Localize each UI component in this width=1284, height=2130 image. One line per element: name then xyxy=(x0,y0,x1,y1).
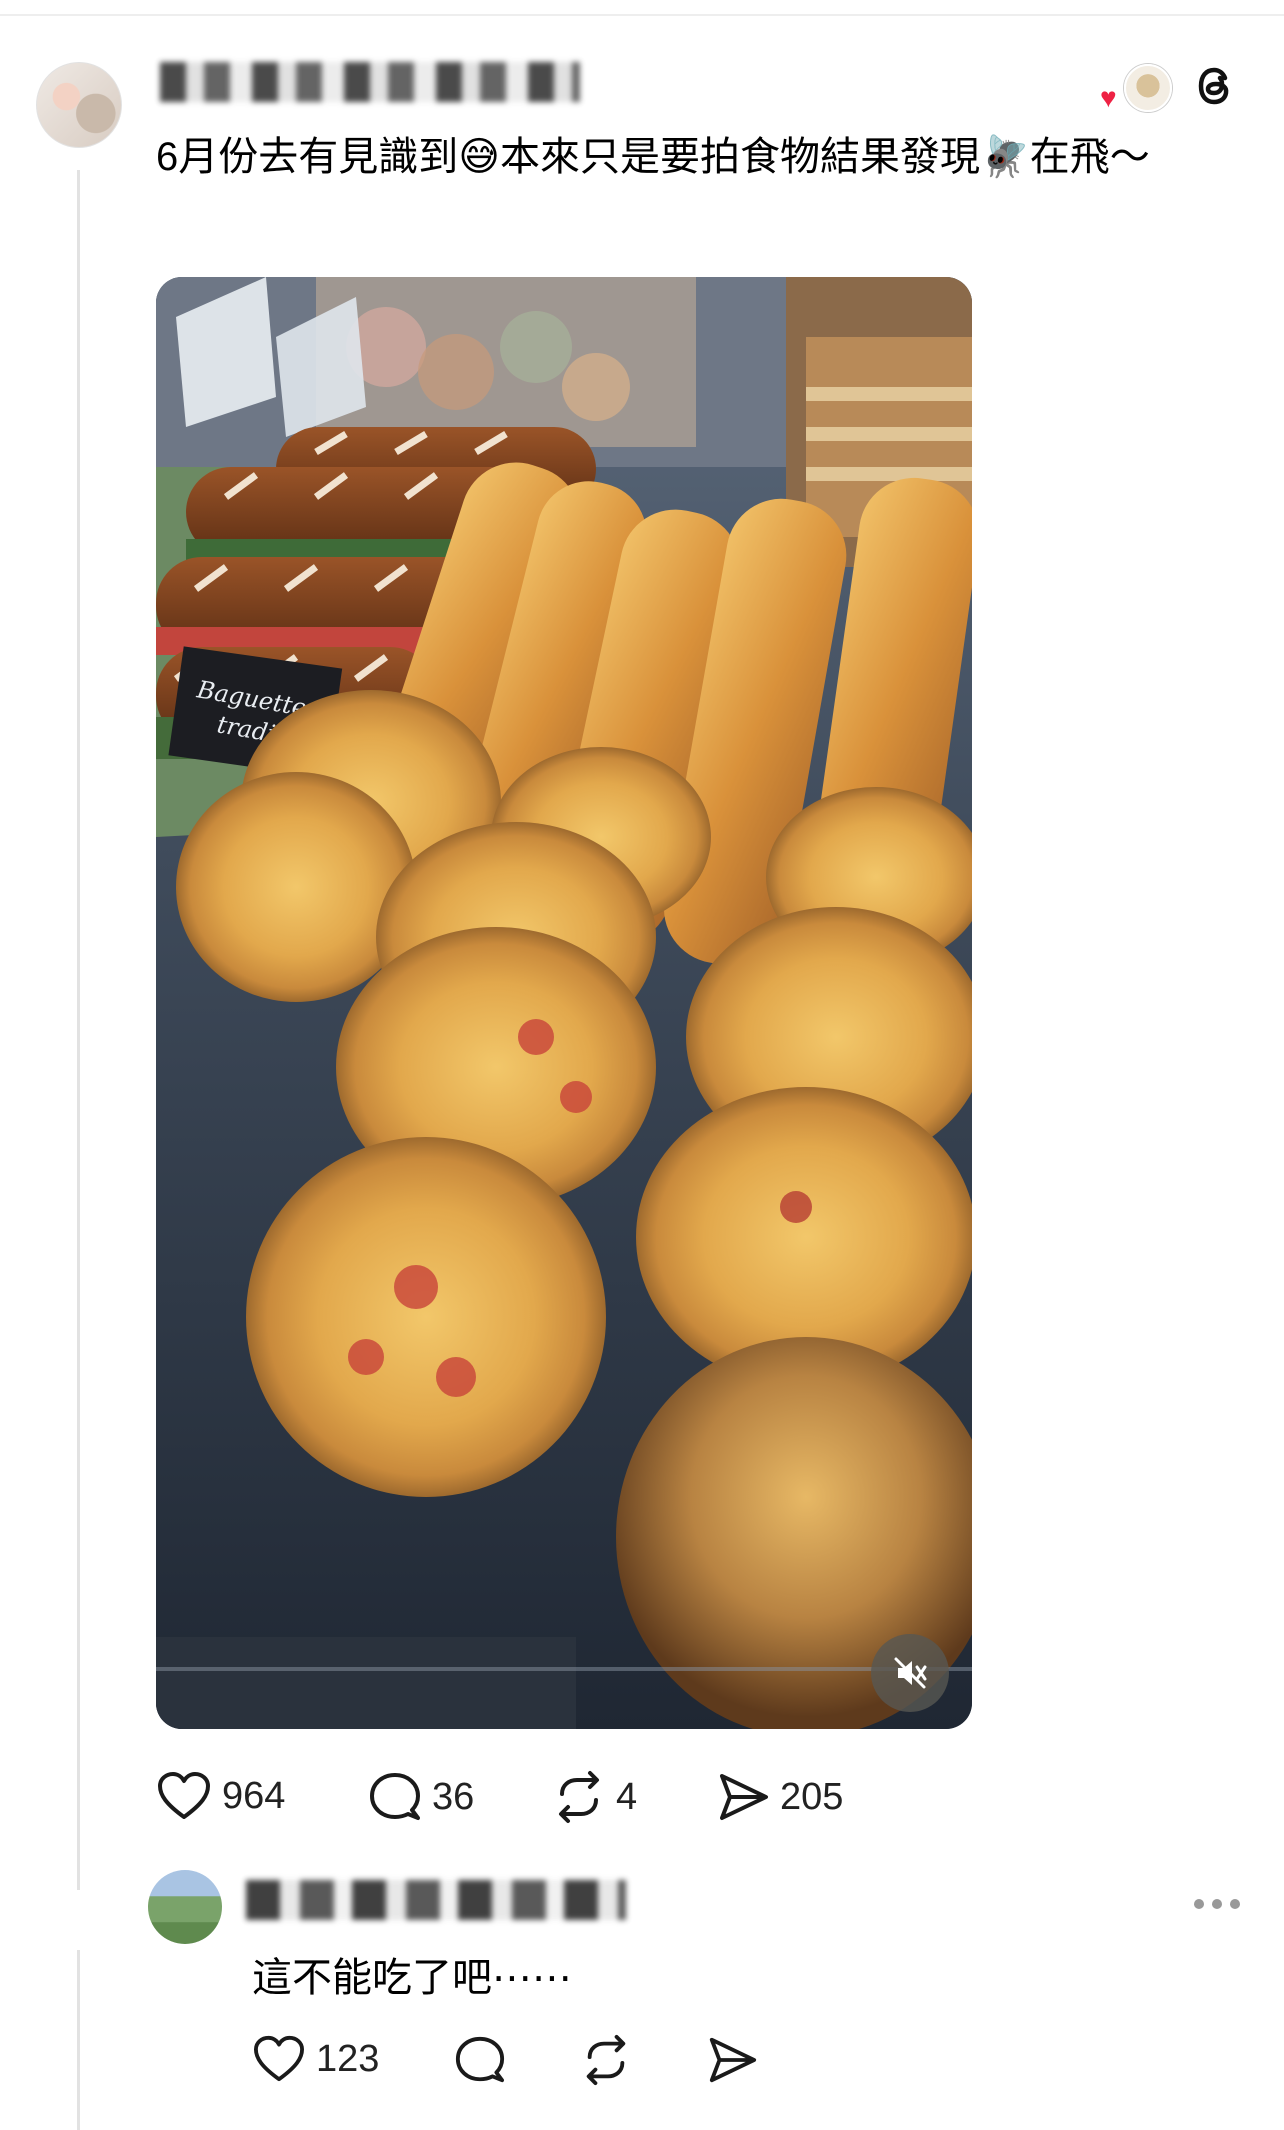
reply-like-button[interactable]: 123 xyxy=(252,2034,379,2084)
post-text: 6月份去有見識到😅本來只是要拍食物結果發現🪰在飛～ xyxy=(156,135,1150,179)
send-icon xyxy=(709,2037,757,2083)
comment-count: 36 xyxy=(432,1775,475,1818)
bakery-display-image: Baguette tradi xyxy=(156,277,972,1729)
comment-bubble-icon xyxy=(370,1773,420,1820)
threads-logo-icon[interactable] xyxy=(1190,60,1242,112)
reply-like-count: 123 xyxy=(316,2037,380,2080)
reactor-avatar xyxy=(1124,64,1172,112)
like-count: 964 xyxy=(222,1774,286,1817)
heart-outline-icon xyxy=(253,2035,304,2082)
speaker-muted-icon xyxy=(894,1657,927,1689)
heart-outline-icon xyxy=(158,1772,210,1819)
repost-count: 4 xyxy=(616,1775,638,1818)
dot-icon xyxy=(1194,1899,1204,1909)
reactors-badge[interactable]: ♥ xyxy=(1098,62,1172,113)
post-video[interactable]: Baguette tradi xyxy=(156,277,972,1729)
repost-icon xyxy=(586,2034,626,2086)
reply-author-username-redacted[interactable] xyxy=(246,1880,626,1920)
reply-thread-line xyxy=(77,1950,80,2130)
repost-button[interactable]: 4 xyxy=(552,1770,637,1824)
like-button[interactable]: 964 xyxy=(156,1770,285,1822)
mute-button[interactable] xyxy=(871,1634,949,1712)
reply-share-button[interactable] xyxy=(706,2034,758,2086)
send-icon xyxy=(720,1774,768,1820)
dot-icon xyxy=(1212,1899,1222,1909)
comment-button[interactable]: 36 xyxy=(368,1770,474,1824)
repost-icon xyxy=(559,1771,599,1823)
reply-repost-button[interactable] xyxy=(580,2034,632,2086)
reply-comment-button[interactable] xyxy=(454,2034,506,2086)
author-avatar[interactable] xyxy=(36,62,122,148)
thread-line xyxy=(77,170,80,1890)
reply-author-avatar[interactable] xyxy=(148,1870,222,1944)
author-username-redacted[interactable] xyxy=(160,62,580,102)
dot-icon xyxy=(1230,1899,1240,1909)
top-divider xyxy=(0,14,1284,16)
more-options-button[interactable] xyxy=(1194,1892,1244,1916)
share-button[interactable]: 205 xyxy=(716,1770,843,1824)
comment-bubble-icon xyxy=(455,2036,505,2083)
heart-icon: ♥ xyxy=(1100,82,1117,113)
share-count: 205 xyxy=(780,1775,844,1818)
reply-text: 這不能吃了吧⋯⋯ xyxy=(252,1956,572,2000)
